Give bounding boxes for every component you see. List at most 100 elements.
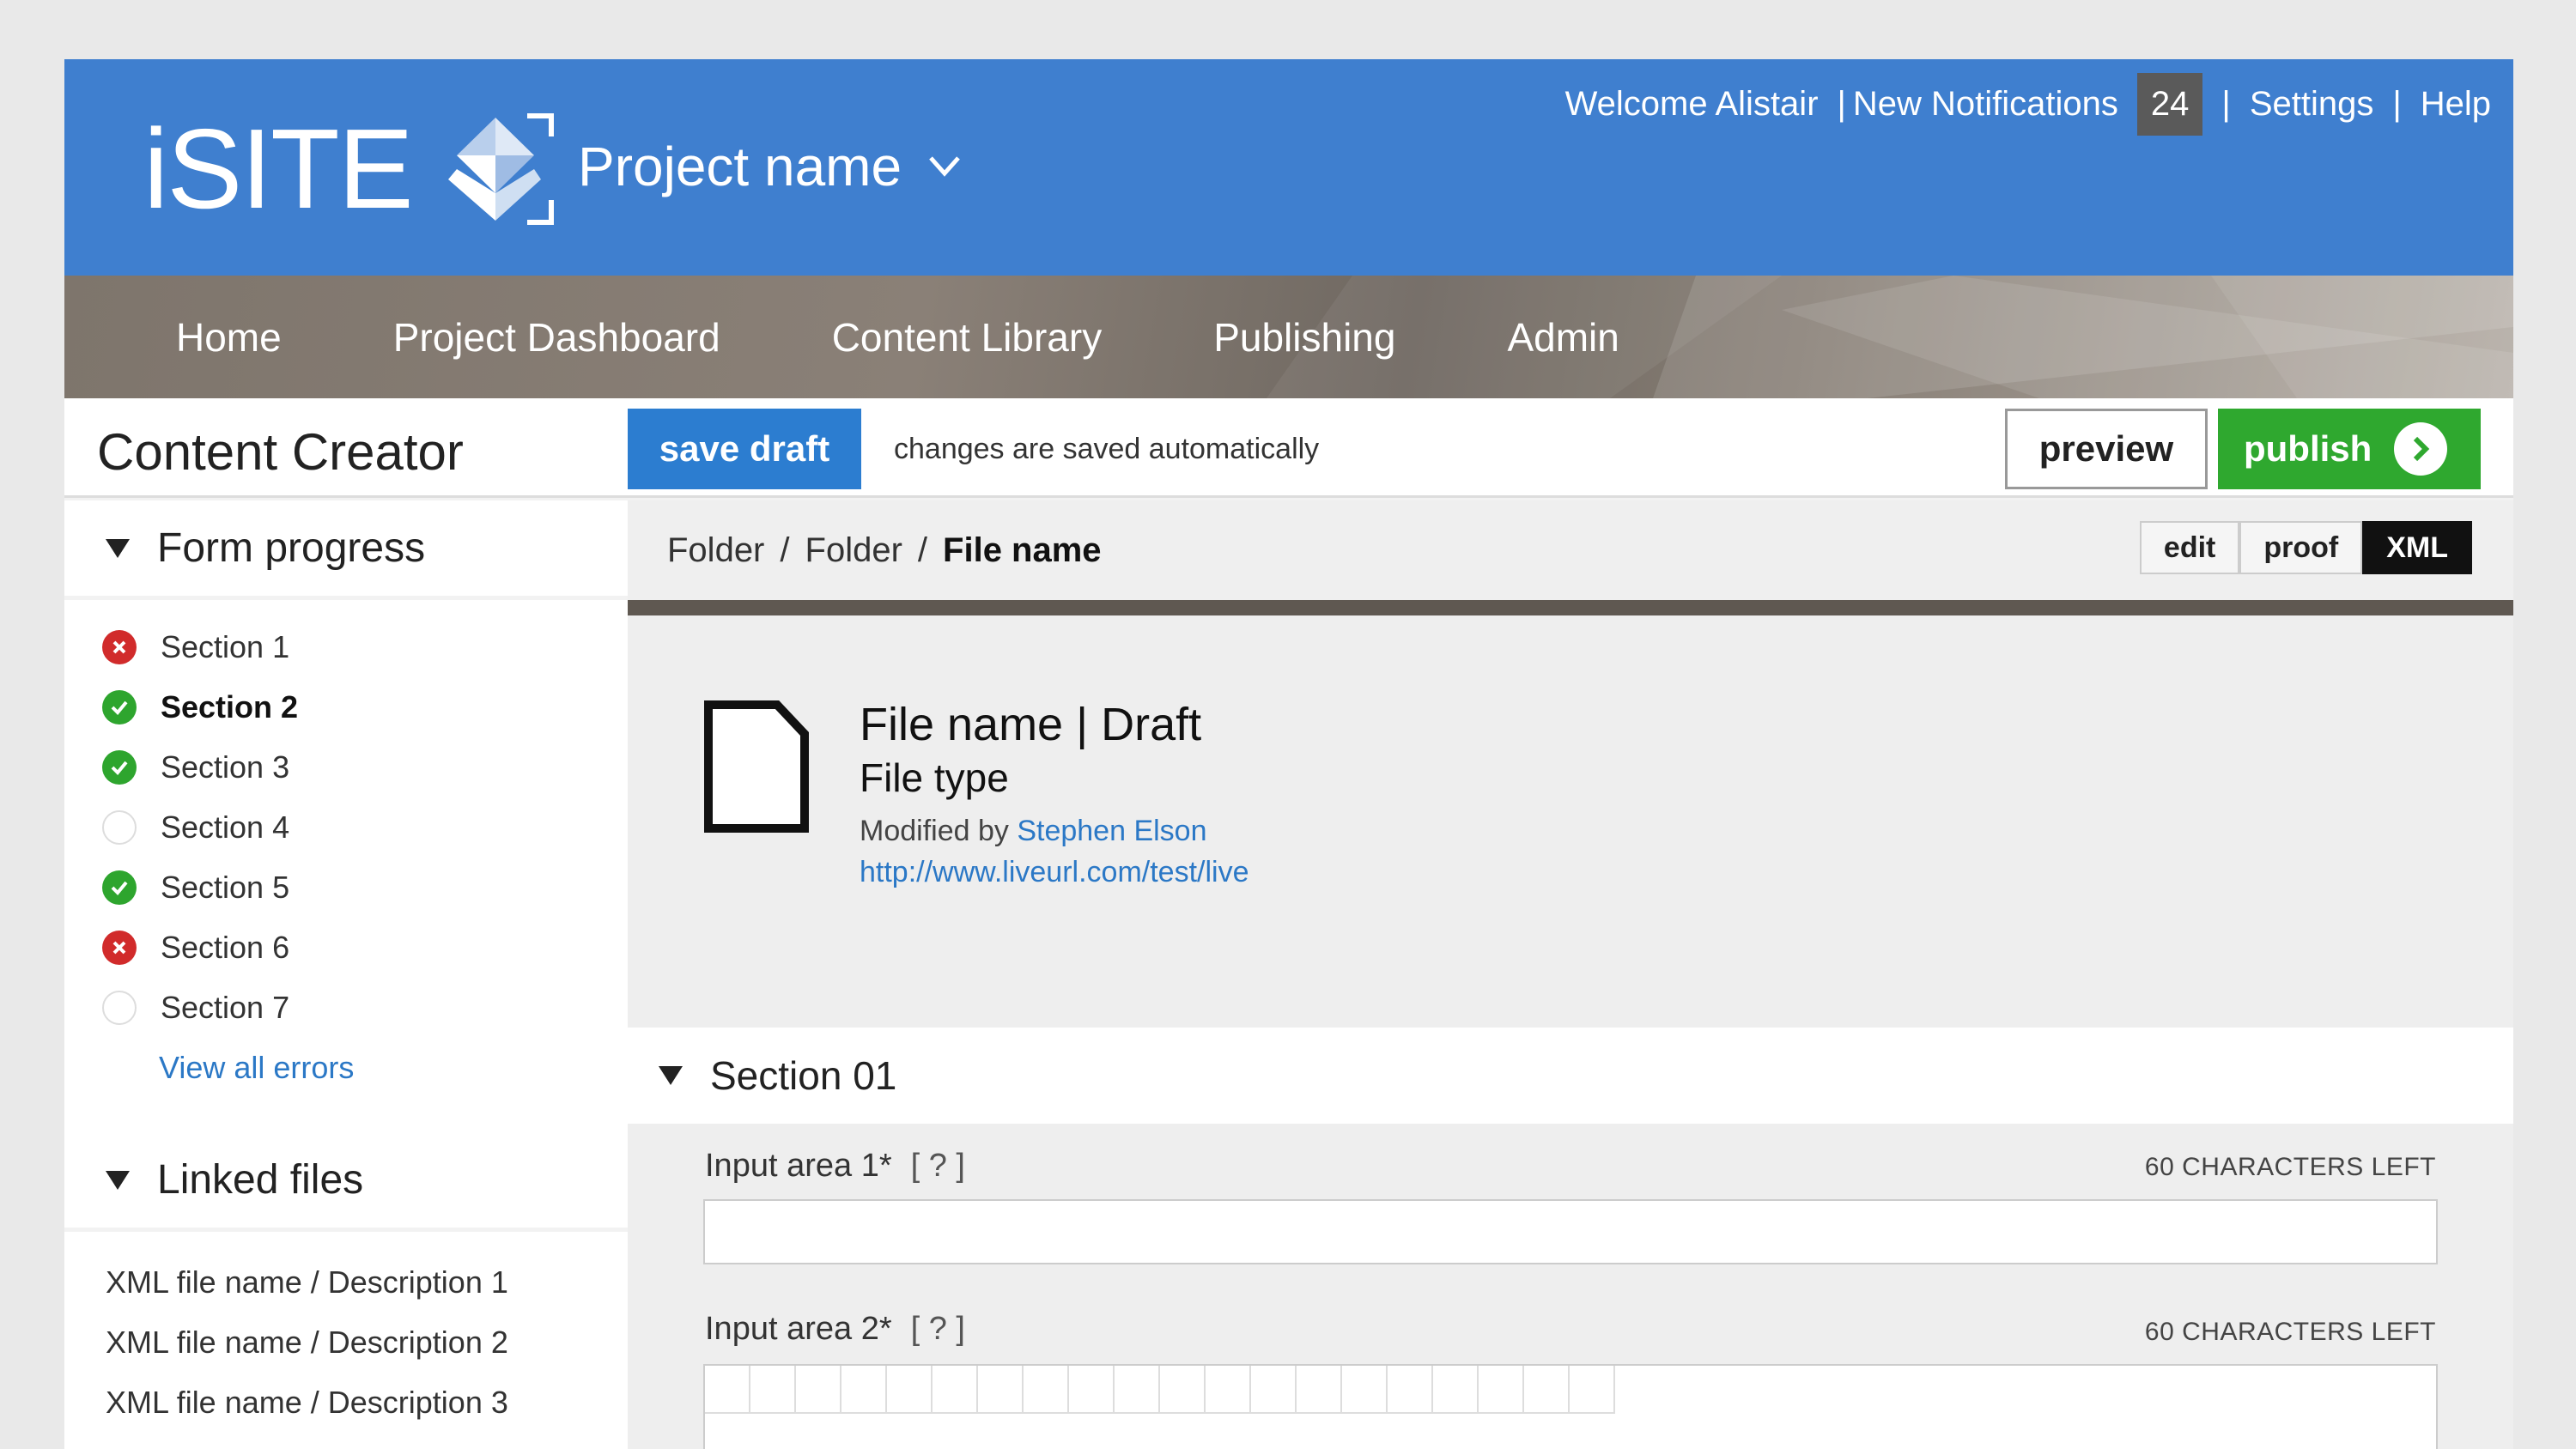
linked-files-toggle[interactable]: Linked files xyxy=(64,1132,628,1232)
mode-edit[interactable]: edit xyxy=(2139,521,2240,574)
header: iSITE Project name Welcome Alistair | Ne… xyxy=(64,59,2513,276)
user-bar: Welcome Alistair | New Notifications 24 … xyxy=(1565,71,2491,136)
chevron-down-icon xyxy=(929,156,960,177)
modified-by: Modified by Stephen Elson xyxy=(860,815,1207,848)
progress-item[interactable]: Section 2 xyxy=(64,677,628,737)
publish-button[interactable]: publish xyxy=(2218,409,2481,489)
input-area-2[interactable] xyxy=(703,1364,2438,1449)
chars-left: 60 CHARACTERS LEFT xyxy=(2144,1153,2436,1181)
chars-left: 60 CHARACTERS LEFT xyxy=(2144,1318,2436,1346)
sidebar: Form progress Section 1 Section 2 Sectio… xyxy=(64,500,628,1449)
preview-button[interactable]: preview xyxy=(2005,409,2208,489)
field-label-text: Input area 1* xyxy=(705,1148,892,1184)
input-area-1[interactable] xyxy=(703,1199,2438,1264)
check-icon xyxy=(102,690,137,724)
field-label: Input area 1* [ ? ] xyxy=(705,1148,965,1185)
logo[interactable]: iSITE xyxy=(143,111,560,227)
progress-item[interactable]: Section 4 xyxy=(64,797,628,858)
breadcrumb-separator: / xyxy=(917,531,928,569)
modified-by-user-link[interactable]: Stephen Elson xyxy=(1017,815,1206,847)
nav-admin[interactable]: Admin xyxy=(1507,314,1619,361)
breadcrumb-folder[interactable]: Folder xyxy=(667,531,764,570)
file-type: File type xyxy=(860,755,1009,800)
check-icon xyxy=(102,750,137,785)
logo-text: iSITE xyxy=(143,106,414,232)
check-icon xyxy=(102,870,137,905)
form-progress-toggle[interactable]: Form progress xyxy=(64,500,628,600)
separator: | xyxy=(2392,84,2402,123)
linked-files-title: Linked files xyxy=(157,1157,364,1203)
progress-item[interactable]: Section 1 xyxy=(64,617,628,677)
file-title: File name | Draft xyxy=(860,699,1202,750)
view-all-errors-link[interactable]: View all errors xyxy=(64,1038,628,1098)
breadcrumb-folder[interactable]: Folder xyxy=(805,531,902,570)
linked-file-item[interactable]: XML file name / Description 1 xyxy=(64,1252,628,1313)
error-icon xyxy=(102,931,137,965)
view-mode-switch: edit proof XML xyxy=(2139,521,2472,574)
help-link[interactable]: Help xyxy=(2421,85,2491,124)
section-title: Section 01 xyxy=(710,1053,897,1098)
welcome-text: Welcome Alistair xyxy=(1564,84,1819,123)
field-label-text: Input area 2* xyxy=(705,1311,892,1347)
live-url-link[interactable]: http://www.liveurl.com/test/live xyxy=(860,856,1249,889)
divider xyxy=(628,600,2513,615)
notifications-link[interactable]: New Notifications xyxy=(1853,85,2118,124)
arrow-right-circle-icon xyxy=(2394,422,2448,476)
save-draft-button[interactable]: save draft xyxy=(628,409,861,489)
nav-content-library[interactable]: Content Library xyxy=(832,314,1103,361)
form-progress-title: Form progress xyxy=(157,525,426,571)
content-toolbar: Content Creator save draft changes are s… xyxy=(64,398,2513,498)
linked-file-item[interactable]: XML file name / Description 3 xyxy=(64,1373,628,1433)
progress-item[interactable]: Section 5 xyxy=(64,858,628,918)
nav-home[interactable]: Home xyxy=(176,314,282,361)
progress-item[interactable]: Section 3 xyxy=(64,737,628,797)
breadcrumb-current: File name xyxy=(943,531,1102,569)
empty-status-icon xyxy=(102,991,137,1025)
linked-files-list: XML file name / Description 1 XML file n… xyxy=(64,1232,628,1433)
breadcrumb-separator: / xyxy=(780,531,790,569)
triangle-down-icon xyxy=(106,538,130,558)
section-form: Input area 1* [ ? ] 60 CHARACTERS LEFT In… xyxy=(628,1124,2513,1449)
progress-item-label: Section 5 xyxy=(161,870,290,905)
character-grid xyxy=(705,1366,1615,1414)
notifications-badge[interactable]: 24 xyxy=(2136,72,2203,136)
progress-item-label: Section 1 xyxy=(161,629,290,664)
progress-item[interactable]: Section 6 xyxy=(64,918,628,978)
breadcrumb: Folder / Folder / File name xyxy=(667,531,1102,570)
separator: | xyxy=(1837,84,1846,123)
modified-by-prefix: Modified by xyxy=(860,815,1009,847)
progress-item-label: Section 4 xyxy=(161,809,290,845)
triangle-down-icon xyxy=(106,1170,130,1190)
mode-xml[interactable]: XML xyxy=(2362,521,2472,574)
empty-status-icon xyxy=(102,810,137,845)
linked-file-item[interactable]: XML file name / Description 2 xyxy=(64,1313,628,1373)
progress-list: Section 1 Section 2 Section 3 Section 4 … xyxy=(64,600,628,1098)
field-label: Input area 2* [ ? ] xyxy=(705,1311,965,1348)
help-link[interactable]: [ ? ] xyxy=(911,1311,965,1347)
separator: | xyxy=(2221,84,2231,123)
section-header[interactable]: Section 01 xyxy=(628,1028,2513,1124)
file-info-panel: File name | Draft File type Modified by … xyxy=(628,615,2513,1028)
settings-link[interactable]: Settings xyxy=(2250,85,2374,124)
help-link[interactable]: [ ? ] xyxy=(911,1148,965,1184)
progress-item-label: Section 7 xyxy=(161,990,290,1025)
app-window: iSITE Project name Welcome Alistair | Ne… xyxy=(64,59,2513,1449)
page-title: Content Creator xyxy=(97,423,464,481)
triangle-down-icon xyxy=(659,1066,683,1085)
publish-label: publish xyxy=(2244,428,2372,469)
main-content: Folder / Folder / File name edit proof X… xyxy=(628,500,2513,1449)
mode-proof[interactable]: proof xyxy=(2239,521,2363,574)
progress-item-label: Section 6 xyxy=(161,930,290,965)
project-selector[interactable]: Project name xyxy=(578,135,963,198)
error-icon xyxy=(102,630,137,664)
nav-project-dashboard[interactable]: Project Dashboard xyxy=(393,314,720,361)
progress-item-label: Section 3 xyxy=(161,749,290,785)
project-name: Project name xyxy=(578,136,902,197)
breadcrumb-bar: Folder / Folder / File name edit proof X… xyxy=(628,500,2513,600)
logo-mark-icon xyxy=(447,113,554,225)
autosave-status: changes are saved automatically xyxy=(894,433,1320,465)
main-nav: Home Project Dashboard Content Library P… xyxy=(64,276,2513,398)
nav-publishing[interactable]: Publishing xyxy=(1213,314,1395,361)
progress-item[interactable]: Section 7 xyxy=(64,978,628,1038)
document-icon xyxy=(704,700,809,833)
